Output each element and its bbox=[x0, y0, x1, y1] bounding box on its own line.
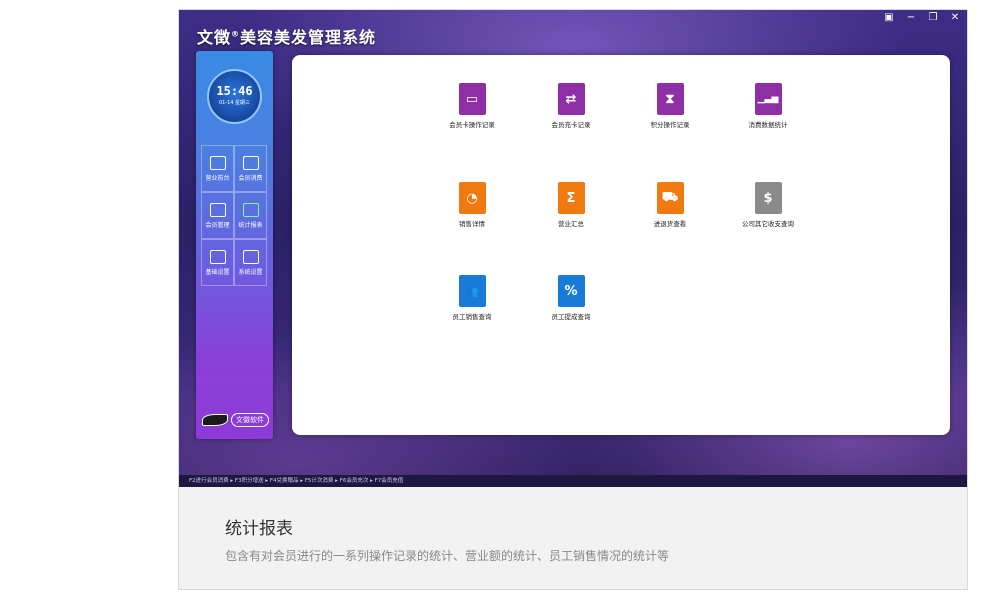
growth-chart-icon: ▁▃▅ bbox=[754, 83, 782, 115]
nav-item-system-settings[interactable]: 系统设置 bbox=[234, 239, 267, 286]
tile-points-log[interactable]: ⧗ 积分操作记录 bbox=[615, 83, 725, 129]
brand-text: 文徽软件 bbox=[231, 413, 269, 427]
members-icon bbox=[209, 202, 226, 217]
sidebar-nav: 营业前台 会员消费 会员管理 统计报表 基础设置 系统设置 bbox=[201, 145, 267, 286]
tile-recharge-log[interactable]: ⇄ 会员充卡记录 bbox=[516, 83, 626, 129]
maximize-button[interactable]: ❐ bbox=[925, 12, 941, 24]
wrench-icon bbox=[242, 249, 259, 264]
shortcut-status-bar: F2进行会员消费 ▸ F3积分增送 ▸ F4兑换赠品 ▸ F5计次消费 ▸ F6… bbox=[179, 475, 967, 487]
tile-business-summary[interactable]: Σ 营业汇总 bbox=[516, 182, 626, 228]
tile-staff-sales[interactable]: 👥 员工销售查询 bbox=[417, 275, 527, 321]
nav-item-basic-settings[interactable]: 基础设置 bbox=[201, 239, 234, 286]
tile-label: 员工提成查询 bbox=[551, 313, 591, 321]
restore-icon[interactable]: ▣ bbox=[881, 12, 897, 24]
hourglass-icon: ⧗ bbox=[656, 83, 684, 115]
sidebar: 15:46 01-14 星期三 营业前台 会员消费 会员管理 统计报表 基础设置… bbox=[196, 51, 273, 439]
tile-card-operation-log[interactable]: ▭ 会员卡操作记录 bbox=[417, 83, 527, 129]
briefcase-icon bbox=[242, 155, 259, 170]
people-icon: 👥 bbox=[458, 275, 486, 307]
money-icon: $ bbox=[754, 182, 782, 214]
bar-chart-icon bbox=[242, 202, 259, 217]
percent-icon: % bbox=[557, 275, 585, 307]
tile-sales-detail[interactable]: ◔ 销售详情 bbox=[417, 182, 527, 228]
nav-item-label: 营业前台 bbox=[205, 174, 230, 182]
tile-consumption-stats[interactable]: ▁▃▅ 消费数据统计 bbox=[713, 83, 823, 129]
tile-label: 积分操作记录 bbox=[650, 121, 690, 129]
tile-label: 进退货查看 bbox=[653, 220, 687, 228]
monitor-icon bbox=[209, 155, 226, 170]
exchange-icon: ⇄ bbox=[557, 83, 585, 115]
tile-other-income-expense[interactable]: $ 公司其它收支查询 bbox=[713, 182, 823, 228]
tile-staff-commission[interactable]: % 员工提成查询 bbox=[516, 275, 626, 321]
nav-item-reports[interactable]: 统计报表 bbox=[234, 192, 267, 239]
tile-label: 会员充卡记录 bbox=[551, 121, 591, 129]
nav-item-label: 会员消费 bbox=[238, 174, 263, 182]
app-title: 文徴®美容美发管理系统 bbox=[197, 24, 376, 48]
screenshot-card: ▣ − ❐ ✕ 文徴®美容美发管理系统 15:46 01-14 星期三 营业前台… bbox=[178, 9, 968, 590]
tile-label: 营业汇总 bbox=[558, 220, 584, 228]
app-window: ▣ − ❐ ✕ 文徴®美容美发管理系统 15:46 01-14 星期三 营业前台… bbox=[179, 10, 967, 487]
feature-title: 统计报表 bbox=[225, 519, 293, 539]
nav-item-label: 系统设置 bbox=[238, 268, 263, 276]
app-title-text: 美容美发管理系统 bbox=[240, 28, 377, 47]
cart-icon: ⛟ bbox=[656, 182, 684, 214]
minimize-button[interactable]: − bbox=[903, 12, 919, 24]
nav-item-label: 会员管理 bbox=[205, 221, 230, 229]
feature-caption: 统计报表 包含有对会员进行的一系列操作记录的统计、营业额的统计、员工销售情况的统… bbox=[179, 487, 967, 589]
brand-logo-icon bbox=[202, 414, 228, 426]
reports-panel: ▭ 会员卡操作记录 ⇄ 会员充卡记录 ⧗ 积分操作记录 ▁▃▅ 消费数据统计 ◔… bbox=[292, 55, 950, 435]
nav-item-member-manage[interactable]: 会员管理 bbox=[201, 192, 234, 239]
tile-label: 销售详情 bbox=[459, 220, 485, 228]
nav-item-front-desk[interactable]: 营业前台 bbox=[201, 145, 234, 192]
tile-label: 员工销售查询 bbox=[452, 313, 492, 321]
nav-item-label: 基础设置 bbox=[205, 268, 230, 276]
tile-label: 消费数据统计 bbox=[748, 121, 788, 129]
feature-description: 包含有对会员进行的一系列操作记录的统计、营业额的统计、员工销售情况的统计等 bbox=[225, 549, 670, 563]
window-controls: ▣ − ❐ ✕ bbox=[881, 12, 963, 24]
close-button[interactable]: ✕ bbox=[947, 12, 963, 24]
clock-widget: 15:46 01-14 星期三 bbox=[207, 69, 262, 124]
app-title-brand: 文徴 bbox=[197, 28, 232, 47]
tile-label: 公司其它收支查询 bbox=[742, 220, 794, 228]
settings-icon bbox=[209, 249, 226, 264]
sum-document-icon: Σ bbox=[557, 182, 585, 214]
registered-mark: ® bbox=[231, 29, 241, 39]
nav-item-member-consume[interactable]: 会员消费 bbox=[234, 145, 267, 192]
tile-stock-view[interactable]: ⛟ 进退货查看 bbox=[615, 182, 725, 228]
brand-badge: 文徽软件 bbox=[202, 413, 269, 427]
pie-chart-icon: ◔ bbox=[458, 182, 486, 214]
nav-item-label: 统计报表 bbox=[238, 221, 263, 229]
tile-label: 会员卡操作记录 bbox=[449, 121, 495, 129]
clock-time: 15:46 bbox=[216, 84, 253, 98]
clock-date: 01-14 星期三 bbox=[218, 100, 251, 106]
card-icon: ▭ bbox=[458, 83, 486, 115]
